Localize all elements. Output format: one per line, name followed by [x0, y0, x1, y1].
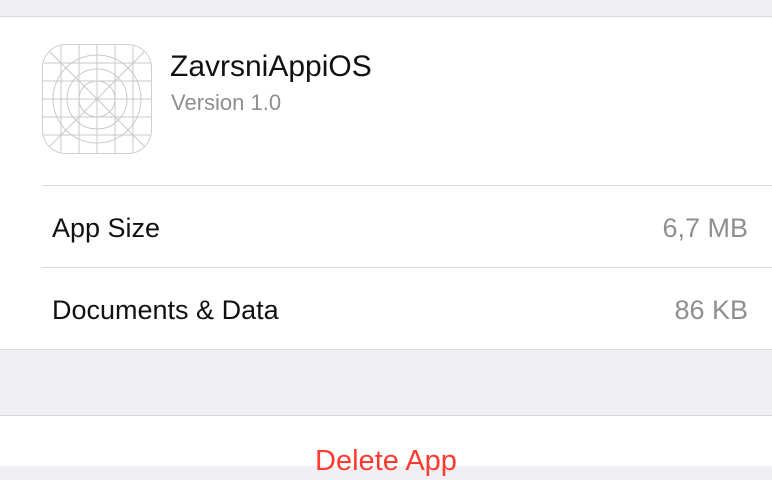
delete-app-label: Delete App — [315, 445, 457, 477]
app-icon-grid-graphic — [43, 45, 151, 153]
app-version: Version 1.0 — [171, 90, 282, 115]
delete-app-button[interactable]: Delete App — [0, 416, 772, 477]
documents-data-label: Documents & Data — [52, 295, 279, 325]
documents-data-value: 86 KB — [674, 295, 748, 325]
separator-app-size — [42, 185, 772, 186]
separator-documents-data — [42, 267, 772, 268]
top-grouped-background — [0, 0, 772, 16]
app-icon — [42, 44, 152, 154]
app-name: ZavrsniAppiOS — [170, 50, 372, 83]
app-size-value: 6,7 MB — [662, 213, 748, 243]
app-size-label: App Size — [52, 213, 161, 243]
group-bottom-separator — [0, 349, 772, 350]
